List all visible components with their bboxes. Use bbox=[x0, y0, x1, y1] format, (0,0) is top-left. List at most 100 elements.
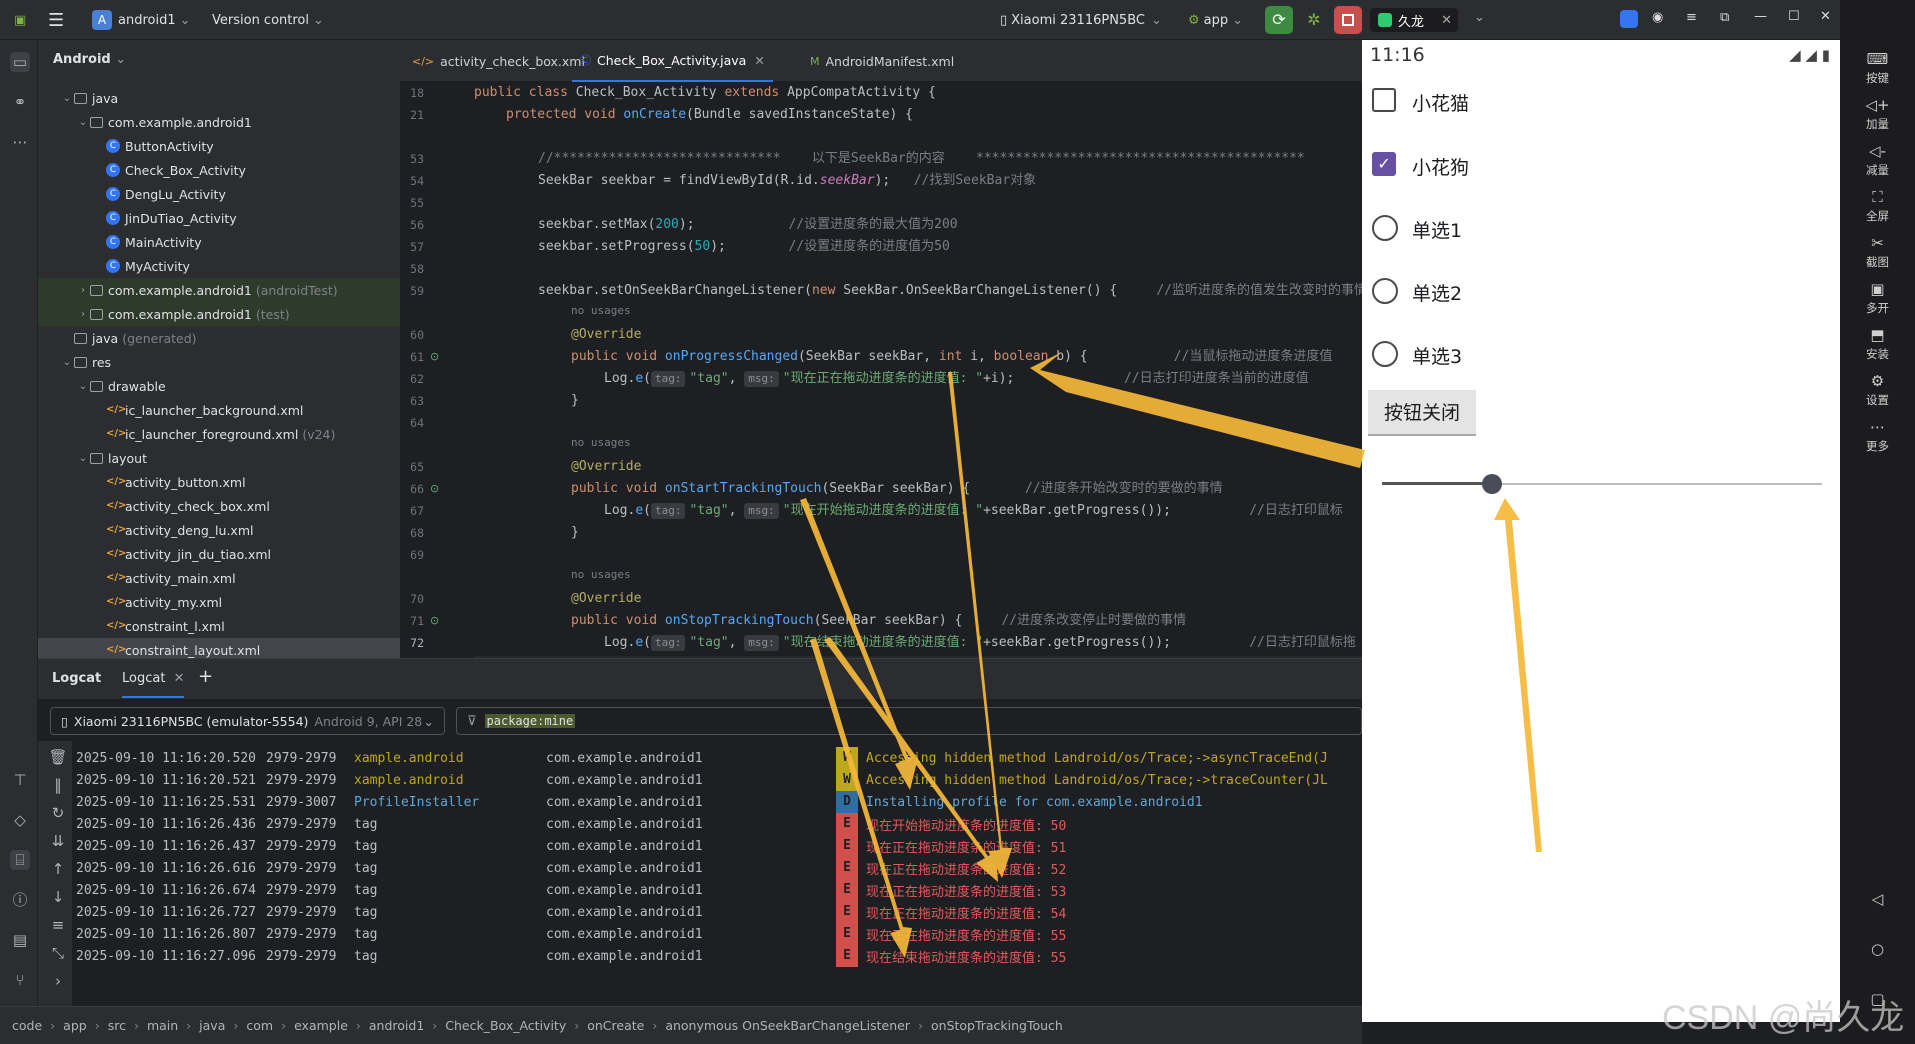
tree-item[interactable]: java (generated) bbox=[38, 326, 400, 350]
radio-option-3[interactable] bbox=[1372, 341, 1398, 367]
add-tab-icon[interactable]: + bbox=[198, 666, 213, 687]
chevron-right-icon[interactable]: › bbox=[76, 285, 90, 296]
tab-activity-check-box-xml[interactable]: </> activity_check_box.xml bbox=[412, 40, 585, 82]
tree-item[interactable]: ⌄ com.example.android1 bbox=[38, 110, 400, 134]
collapse-icon[interactable]: ⤡ bbox=[48, 943, 68, 963]
emulator-tool-8[interactable]: ⋯ 更多 bbox=[1840, 418, 1915, 454]
breadcrumb-item[interactable]: android1 bbox=[369, 1018, 424, 1033]
emulator-tool-0[interactable]: ⌨ 按键 bbox=[1840, 50, 1915, 86]
close-window-icon[interactable]: ✕ bbox=[1820, 9, 1831, 24]
restore-icon[interactable]: ⧉ bbox=[1720, 10, 1729, 25]
breadcrumb-item[interactable]: src bbox=[108, 1018, 126, 1033]
override-marker-icon[interactable]: ⊙ bbox=[430, 482, 439, 495]
chevron-down-icon[interactable]: ⌄ bbox=[60, 357, 74, 368]
tree-item[interactable]: C Check_Box_Activity bbox=[38, 158, 400, 182]
breadcrumb-item[interactable]: onStopTrackingTouch bbox=[931, 1018, 1063, 1033]
maximize-icon[interactable]: ☐ bbox=[1788, 9, 1800, 24]
run-config-selector[interactable]: ⚙ app ⌄ bbox=[1188, 10, 1243, 30]
vcs-menu[interactable]: Version control ⌄ bbox=[212, 10, 324, 30]
logcat-icon[interactable]: ⌸ bbox=[10, 850, 30, 870]
home-icon[interactable]: ○ bbox=[1840, 940, 1915, 958]
folder-icon[interactable]: ▭ bbox=[10, 52, 30, 72]
emulator-tool-6[interactable]: ⬒ 安装 bbox=[1840, 326, 1915, 362]
tree-item[interactable]: C MyActivity bbox=[38, 254, 400, 278]
git-icon[interactable]: ⑂ bbox=[10, 970, 30, 990]
breadcrumb-item[interactable]: anonymous OnSeekBarChangeListener bbox=[665, 1018, 910, 1033]
tree-item[interactable]: </> activity_check_box.xml bbox=[38, 494, 400, 518]
radio-option-2[interactable] bbox=[1372, 278, 1398, 304]
log-row[interactable]: 2025-09-10 11:16:27.096 2979-2979 tag com.e… bbox=[76, 945, 1366, 967]
device-dropdown[interactable]: ▯ Xiaomi 23116PN5BC (emulator-5554) Andr… bbox=[50, 707, 445, 735]
emulator-tool-4[interactable]: ✂ 截图 bbox=[1840, 234, 1915, 270]
wrap-icon[interactable]: ≡ bbox=[48, 915, 68, 935]
tree-item[interactable]: › com.example.android1 (androidTest) bbox=[38, 278, 400, 302]
emulator-tab[interactable]: 久龙 ✕ bbox=[1370, 8, 1458, 32]
user-icon[interactable]: ◉ bbox=[1652, 10, 1663, 25]
tab-android-manifest-xml[interactable]: M AndroidManifest.xml bbox=[810, 40, 954, 82]
breadcrumb-item[interactable]: onCreate bbox=[587, 1018, 644, 1033]
pause-icon[interactable]: ‖ bbox=[48, 775, 68, 795]
clear-log-icon[interactable]: 🗑 bbox=[48, 747, 68, 767]
down-icon[interactable]: ↓ bbox=[48, 887, 68, 907]
tree-item[interactable]: </> activity_jin_du_tiao.xml bbox=[38, 542, 400, 566]
tree-item[interactable]: </> ic_launcher_foreground.xml (v24) bbox=[38, 422, 400, 446]
close-icon[interactable]: ✕ bbox=[174, 671, 185, 686]
structure-icon[interactable]: ⚭ bbox=[10, 92, 30, 112]
tree-item[interactable]: </> ic_launcher_background.xml bbox=[38, 398, 400, 422]
tree-item[interactable]: C ButtonActivity bbox=[38, 134, 400, 158]
seekbar-thumb[interactable] bbox=[1482, 474, 1502, 494]
terminal-icon[interactable]: ▤ bbox=[10, 930, 30, 950]
checkbox-cat[interactable] bbox=[1372, 88, 1396, 112]
close-icon[interactable]: ✕ bbox=[754, 53, 764, 68]
tree-item[interactable]: C JinDuTiao_Activity bbox=[38, 206, 400, 230]
breadcrumb-item[interactable]: example bbox=[294, 1018, 348, 1033]
log-row[interactable]: 2025-09-10 11:16:20.520 2979-2979 xample.a… bbox=[76, 747, 1366, 769]
emulator-tool-3[interactable]: ⛶ 全屏 bbox=[1840, 188, 1915, 224]
breadcrumb-item[interactable]: com bbox=[246, 1018, 273, 1033]
breadcrumb-item[interactable]: java bbox=[199, 1018, 225, 1033]
up-icon[interactable]: ↑ bbox=[48, 859, 68, 879]
project-selector[interactable]: A android1 ⌄ bbox=[92, 10, 191, 30]
log-row[interactable]: 2025-09-10 11:16:26.674 2979-2979 tag com.e… bbox=[76, 879, 1366, 901]
close-button[interactable]: 按钮关闭 bbox=[1368, 390, 1476, 436]
log-row[interactable]: 2025-09-10 11:16:26.727 2979-2979 tag com.e… bbox=[76, 901, 1366, 923]
breadcrumb-item[interactable]: code bbox=[12, 1018, 42, 1033]
log-row[interactable]: 2025-09-10 11:16:20.521 2979-2979 xample.a… bbox=[76, 769, 1366, 791]
more-chevron-icon[interactable]: › bbox=[48, 971, 68, 991]
tab-logcat[interactable]: Logcat ✕ bbox=[122, 671, 185, 698]
breadcrumb-item[interactable]: app bbox=[63, 1018, 87, 1033]
tab-check-box-activity-java[interactable]: Ⓒ Check_Box_Activity.java ✕ bbox=[572, 40, 773, 82]
more-icon[interactable]: ⋯ bbox=[10, 132, 30, 152]
emulator-tool-2[interactable]: ◁- 减量 bbox=[1840, 142, 1915, 178]
tree-item[interactable]: </> constraint_l.xml bbox=[38, 614, 400, 638]
chevron-down-icon[interactable]: ⌄ bbox=[76, 453, 90, 464]
build-icon[interactable]: ⊤ bbox=[10, 770, 30, 790]
problems-icon[interactable]: ⓘ bbox=[10, 890, 30, 910]
checkbox-dog[interactable]: ✓ bbox=[1372, 152, 1396, 176]
tree-item[interactable]: ⌄ layout bbox=[38, 446, 400, 470]
breadcrumb-item[interactable]: main bbox=[147, 1018, 178, 1033]
tree-item[interactable]: ⌄ java bbox=[38, 86, 400, 110]
code-area[interactable]: public class Check_Box_Activity extends … bbox=[474, 82, 1362, 658]
chevron-down-icon[interactable]: ⌄ bbox=[1474, 10, 1485, 25]
emulator-tool-1[interactable]: ◁+ 加量 bbox=[1840, 96, 1915, 132]
hamburger-menu-icon[interactable]: ☰ bbox=[48, 10, 64, 31]
log-row[interactable]: 2025-09-10 11:16:26.616 2979-2979 tag com.e… bbox=[76, 857, 1366, 879]
emulator-tool-7[interactable]: ⚙ 设置 bbox=[1840, 372, 1915, 408]
chevron-down-icon[interactable]: ⌄ bbox=[76, 381, 90, 392]
tree-item[interactable]: </> activity_deng_lu.xml bbox=[38, 518, 400, 542]
override-marker-icon[interactable]: ⊙ bbox=[430, 350, 439, 363]
tree-item[interactable]: </> activity_button.xml bbox=[38, 470, 400, 494]
tree-item[interactable]: › com.example.android1 (test) bbox=[38, 302, 400, 326]
chevron-down-icon[interactable]: ⌄ bbox=[60, 93, 74, 104]
chevron-down-icon[interactable]: ⌄ bbox=[76, 117, 90, 128]
tree-item[interactable]: C MainActivity bbox=[38, 230, 400, 254]
radio-option-1[interactable] bbox=[1372, 215, 1398, 241]
breadcrumb-item[interactable]: Check_Box_Activity bbox=[445, 1018, 566, 1033]
stop-icon[interactable] bbox=[1334, 6, 1362, 34]
rerun-icon[interactable]: ⟳ bbox=[1265, 6, 1293, 34]
gem-icon[interactable]: ◇ bbox=[10, 810, 30, 830]
tree-item[interactable]: ⌄ drawable bbox=[38, 374, 400, 398]
tree-item[interactable]: </> activity_my.xml bbox=[38, 590, 400, 614]
tree-item[interactable]: </> activity_main.xml bbox=[38, 566, 400, 590]
